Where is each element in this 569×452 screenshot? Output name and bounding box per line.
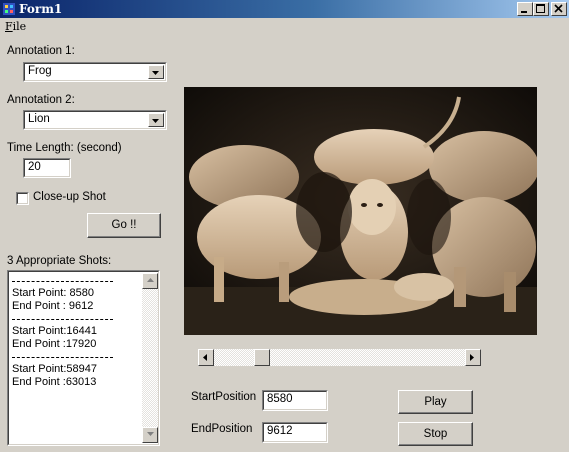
list-item[interactable]: End Point : 9612 bbox=[12, 300, 93, 312]
start-position-value: 8580 bbox=[267, 393, 293, 405]
arrow-down-icon bbox=[147, 432, 154, 436]
video-player[interactable] bbox=[184, 87, 537, 335]
list-separator bbox=[12, 281, 113, 282]
closeup-label: Close-up Shot bbox=[33, 191, 106, 203]
shots-listbox[interactable]: Start Point: 8580 End Point : 9612 Start… bbox=[7, 270, 160, 446]
menu-bar: File bbox=[0, 18, 569, 36]
annotation1-dropdown-button[interactable] bbox=[148, 65, 164, 79]
window-title: Form1 bbox=[19, 2, 63, 16]
arrow-up-icon bbox=[147, 278, 154, 282]
start-position-label: StartPosition bbox=[191, 391, 257, 403]
list-item[interactable]: Start Point: 8580 bbox=[12, 287, 94, 299]
start-position-input[interactable]: 8580 bbox=[262, 390, 328, 411]
list-item[interactable]: End Point :17920 bbox=[12, 338, 96, 350]
list-item[interactable]: Start Point:58947 bbox=[12, 363, 97, 375]
menu-file-rest: ile bbox=[12, 20, 27, 33]
slider-thumb[interactable] bbox=[254, 349, 270, 366]
menu-file[interactable]: File bbox=[5, 20, 26, 33]
time-length-value: 20 bbox=[28, 161, 41, 173]
annotation2-combobox[interactable]: Lion bbox=[23, 110, 167, 130]
chevron-down-icon bbox=[152, 119, 159, 123]
slider-right-button[interactable] bbox=[465, 349, 481, 366]
minimize-icon bbox=[521, 11, 527, 13]
play-button[interactable]: Play bbox=[398, 390, 473, 414]
position-slider[interactable] bbox=[198, 349, 481, 366]
annotation2-dropdown-button[interactable] bbox=[148, 113, 164, 127]
time-length-input[interactable]: 20 bbox=[23, 158, 71, 178]
list-item[interactable]: End Point :63013 bbox=[12, 376, 96, 388]
end-position-value: 9612 bbox=[267, 425, 293, 437]
maximize-button[interactable] bbox=[533, 2, 549, 16]
end-position-label: EndPosition bbox=[191, 423, 253, 435]
scroll-up-button[interactable] bbox=[142, 273, 158, 289]
closeup-checkbox[interactable] bbox=[16, 192, 29, 205]
annotation1-combobox[interactable]: Frog bbox=[23, 62, 167, 82]
chevron-down-icon bbox=[152, 71, 159, 75]
annotation1-label: Annotation 1: bbox=[7, 45, 75, 57]
end-position-input[interactable]: 9612 bbox=[262, 422, 328, 443]
shots-scrollbar[interactable] bbox=[142, 273, 158, 443]
stop-button[interactable]: Stop bbox=[398, 422, 473, 446]
arrow-left-icon bbox=[203, 354, 207, 361]
annotation2-value: Lion bbox=[28, 113, 50, 125]
title-bar[interactable]: Form1 bbox=[0, 0, 569, 18]
maximize-icon bbox=[536, 4, 545, 13]
slider-left-button[interactable] bbox=[198, 349, 214, 366]
list-separator bbox=[12, 319, 113, 320]
annotation1-value: Frog bbox=[28, 65, 52, 77]
menu-file-mnemonic: F bbox=[5, 20, 13, 33]
video-frame-image bbox=[184, 87, 537, 335]
annotation2-label: Annotation 2: bbox=[7, 94, 75, 106]
scroll-down-button[interactable] bbox=[142, 427, 158, 443]
close-icon bbox=[554, 4, 563, 13]
minimize-button[interactable] bbox=[517, 2, 533, 16]
arrow-right-icon bbox=[470, 354, 474, 361]
list-separator bbox=[12, 357, 113, 358]
shots-header: 3 Appropriate Shots: bbox=[7, 255, 112, 267]
list-item[interactable]: Start Point:16441 bbox=[12, 325, 97, 337]
time-length-label: Time Length: (second) bbox=[7, 142, 122, 154]
go-button[interactable]: Go !! bbox=[87, 213, 161, 238]
app-icon bbox=[3, 3, 15, 15]
close-button[interactable] bbox=[551, 2, 567, 16]
